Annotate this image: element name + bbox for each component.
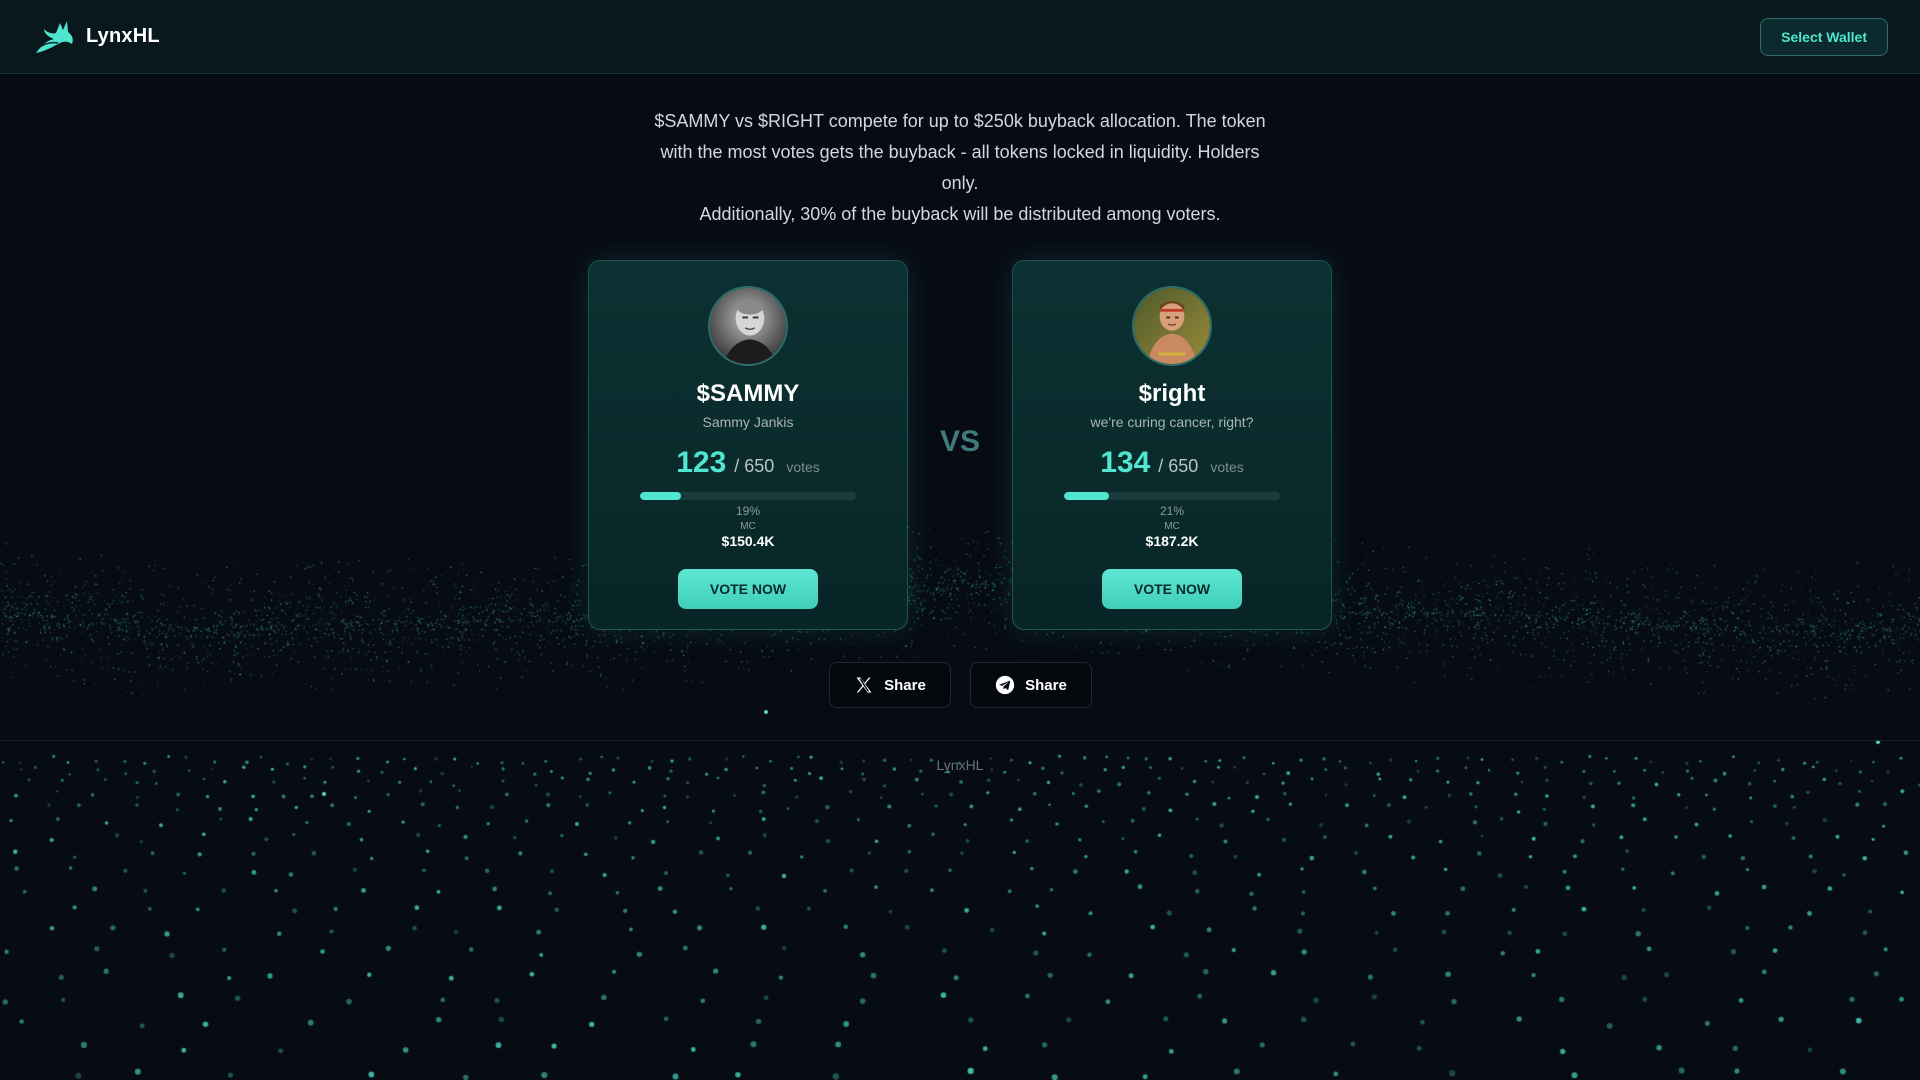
market-cap-label: MC (1164, 521, 1180, 532)
vote-now-button-sammy[interactable]: VOTE NOW (678, 569, 818, 609)
votes-total: / 650 (1158, 456, 1199, 476)
market-cap-value: $150.4K (721, 533, 775, 549)
share-label: Share (1025, 676, 1067, 694)
candidate-ticker: $SAMMY (696, 380, 800, 407)
share-label: Share (884, 676, 926, 694)
footer-brand: LynxHL (936, 757, 984, 773)
votes-summary: 134 / 650 votes (1013, 446, 1331, 480)
telegram-icon (995, 675, 1015, 695)
brand-name: LynxHL (86, 25, 160, 47)
vote-progress-fill (640, 492, 682, 500)
candidate-subtitle: Sammy Jankis (702, 414, 794, 430)
votes-label: votes (786, 459, 820, 475)
x-logo-icon (856, 677, 872, 693)
vote-progress-bar (640, 492, 856, 500)
intro-description: $SAMMY vs $RIGHT compete for up to $250k… (0, 106, 1920, 230)
votes-count: 134 (1100, 446, 1151, 479)
votes-count: 123 (676, 446, 727, 479)
right-portrait-image (1134, 288, 1210, 364)
share-on-x-button[interactable]: Share (829, 662, 951, 708)
intro-text-distribution: Additionally, 30% of the buyback will be… (699, 204, 1221, 224)
votes-total: / 650 (734, 456, 775, 476)
votes-label: votes (1210, 459, 1244, 475)
vote-percent: 21% (1159, 504, 1185, 518)
candidate-card-right: $right we're curing cancer, right? 134 /… (1012, 260, 1332, 630)
candidate-card-sammy: $SAMMY Sammy Jankis 123 / 650 votes 19% … (588, 260, 908, 630)
votes-summary: 123 / 650 votes (589, 446, 907, 480)
avatar (708, 286, 788, 366)
vote-percent: 19% (735, 504, 761, 518)
intro-text: $SAMMY vs $RIGHT compete for up to $250k… (654, 111, 1266, 193)
vs-label: VS (939, 425, 981, 458)
market-cap-label: MC (740, 521, 756, 532)
share-on-telegram-button[interactable]: Share (970, 662, 1092, 708)
lynx-logo-icon (36, 20, 73, 53)
candidate-subtitle: we're curing cancer, right? (1090, 414, 1254, 430)
brand[interactable]: LynxHL (32, 17, 160, 57)
select-wallet-button[interactable]: Select Wallet (1760, 17, 1888, 56)
vote-now-button-right[interactable]: VOTE NOW (1102, 569, 1242, 609)
sammy-portrait-image (710, 288, 786, 364)
top-navbar: LynxHL Select Wallet (0, 0, 1920, 74)
vote-progress-bar (1064, 492, 1280, 500)
candidate-ticker: $right (1138, 380, 1206, 407)
footer-divider (0, 740, 1920, 741)
avatar (1132, 286, 1212, 366)
market-cap-value: $187.2K (1145, 533, 1199, 549)
vote-progress-fill (1064, 492, 1110, 500)
